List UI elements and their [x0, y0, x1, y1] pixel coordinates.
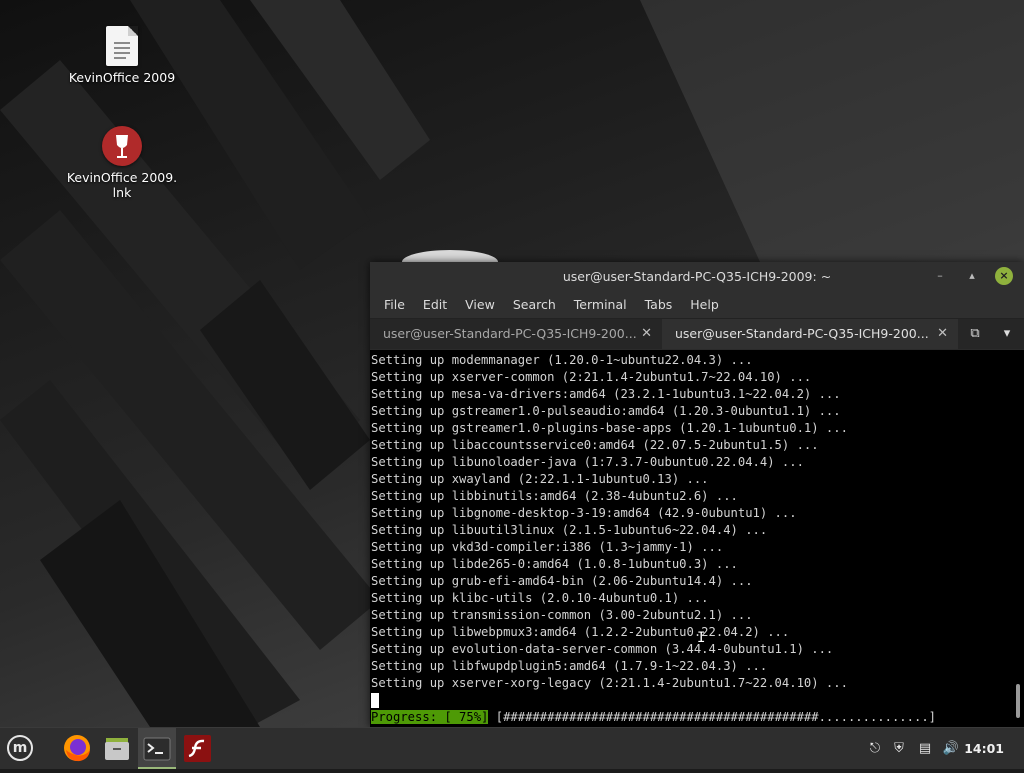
taskbar: m ⎋ ⛨ ▤ 🔊 14:01: [0, 727, 1024, 769]
update-icon[interactable]: ⎋: [864, 728, 886, 769]
terminal-line: Setting up gstreamer1.0-pulseaudio:amd64…: [371, 404, 841, 418]
files-launcher[interactable]: [98, 728, 136, 769]
terminal-window[interactable]: user@user-Standard-PC-Q35-ICH9-2009: ~ –…: [370, 262, 1024, 727]
progress-bar: [#######################################…: [495, 710, 936, 724]
terminal-line: Setting up xserver-common (2:21.1.4-2ubu…: [371, 370, 812, 384]
desktop-icon-label: KevinOffice 2009. lnk: [66, 170, 178, 200]
flash-launcher[interactable]: [178, 728, 216, 769]
terminal-line: Setting up mesa-va-drivers:amd64 (23.2.1…: [371, 387, 841, 401]
close-tab-icon[interactable]: ✕: [937, 319, 948, 349]
terminal-line: Setting up libgnome-desktop-3-19:amd64 (…: [371, 506, 797, 520]
terminal-line: Setting up libwebpmux3:amd64 (1.2.2-2ubu…: [371, 625, 790, 639]
scrollbar[interactable]: [1016, 684, 1020, 718]
menu-tabs[interactable]: Tabs: [639, 297, 679, 312]
terminal-launcher[interactable]: [138, 728, 176, 769]
window-titlebar[interactable]: user@user-Standard-PC-Q35-ICH9-2009: ~ –…: [370, 262, 1024, 290]
maximize-button[interactable]: ▴: [963, 267, 981, 285]
close-tab-icon[interactable]: ✕: [641, 319, 652, 349]
terminal-line: Setting up transmission-common (3.00-2ub…: [371, 608, 753, 622]
progress-label: Progress: [ 75%]: [371, 710, 489, 724]
terminal-line: Setting up gstreamer1.0-plugins-base-app…: [371, 421, 848, 435]
new-tab-icon[interactable]: ⧉: [960, 319, 990, 349]
text-cursor-icon: I: [697, 630, 706, 646]
terminal-line: Setting up evolution-data-server-common …: [371, 642, 834, 656]
terminal-icon: [143, 737, 171, 761]
minimize-button[interactable]: –: [931, 267, 949, 285]
document-icon: [106, 26, 138, 66]
window-title: user@user-Standard-PC-Q35-ICH9-2009: ~: [562, 269, 832, 284]
terminal-lines: Setting up modemmanager (1.20.0-1~ubuntu…: [371, 352, 848, 692]
terminal-line: Setting up libuutil3linux (2.1.5-1ubuntu…: [371, 523, 768, 537]
files-icon: [105, 738, 129, 760]
start-menu-button[interactable]: m: [0, 728, 38, 769]
terminal-line: Setting up libbinutils:amd64 (2.38-4ubun…: [371, 489, 738, 503]
terminal-line: Setting up klibc-utils (2.0.10-4ubuntu0.…: [371, 591, 709, 605]
terminal-line: Setting up libaccountsservice0:amd64 (22…: [371, 438, 819, 452]
terminal-output[interactable]: Setting up modemmanager (1.20.0-1~ubuntu…: [370, 350, 1024, 727]
firefox-icon: [64, 735, 90, 762]
terminal-line: Setting up libfwupdplugin5:amd64 (1.7.9-…: [371, 659, 768, 673]
flash-icon: [184, 735, 211, 762]
terminal-line: Setting up libde265-0:amd64 (1.0.8-1ubun…: [371, 557, 738, 571]
menu-file[interactable]: File: [378, 297, 411, 312]
tab-label: user@user-Standard-PC-Q35-ICH9-200...: [675, 326, 929, 341]
network-icon[interactable]: ▤: [914, 728, 936, 769]
tab-2[interactable]: user@user-Standard-PC-Q35-ICH9-200... ✕: [662, 319, 958, 349]
desktop-icon-label: KevinOffice 2009: [68, 70, 176, 85]
terminal-line: Setting up modemmanager (1.20.0-1~ubuntu…: [371, 353, 753, 367]
tabs-dropdown-icon[interactable]: ▾: [992, 319, 1022, 349]
tab-label: user@user-Standard-PC-Q35-ICH9-200...: [383, 326, 637, 341]
menu-icon: m: [7, 735, 33, 761]
terminal-line: Setting up grub-efi-amd64-bin (2.06-2ubu…: [371, 574, 753, 588]
terminal-cursor: [371, 693, 379, 708]
menu-terminal[interactable]: Terminal: [568, 297, 633, 312]
tab-bar: user@user-Standard-PC-Q35-ICH9-200... ✕ …: [370, 318, 1024, 349]
volume-icon[interactable]: 🔊: [940, 728, 962, 769]
terminal-line: Setting up xwayland (2:22.1.1-1ubuntu0.1…: [371, 472, 709, 486]
terminal-line: Setting up xserver-xorg-legacy (2:21.1.4…: [371, 676, 848, 690]
tab-1[interactable]: user@user-Standard-PC-Q35-ICH9-200... ✕: [370, 319, 662, 349]
close-button[interactable]: ×: [995, 267, 1013, 285]
menu-view[interactable]: View: [459, 297, 501, 312]
terminal-line: Setting up vkd3d-compiler:i386 (1.3~jamm…: [371, 540, 724, 554]
firefox-launcher[interactable]: [58, 728, 96, 769]
menu-search[interactable]: Search: [507, 297, 562, 312]
shield-icon[interactable]: ⛨: [888, 728, 910, 769]
progress-line: Progress: [ 75%] [######################…: [371, 709, 936, 726]
menu-bar: File Edit View Search Terminal Tabs Help: [370, 290, 1024, 318]
menu-edit[interactable]: Edit: [417, 297, 453, 312]
wine-icon: [102, 126, 142, 166]
desktop-icon-kevinoffice-lnk[interactable]: KevinOffice 2009. lnk: [62, 126, 182, 200]
desktop-icon-kevinoffice[interactable]: KevinOffice 2009: [62, 26, 182, 85]
menu-help[interactable]: Help: [684, 297, 725, 312]
clock[interactable]: 14:01: [964, 728, 1004, 769]
terminal-line: Setting up libunoloader-java (1:7.3.7-0u…: [371, 455, 804, 469]
